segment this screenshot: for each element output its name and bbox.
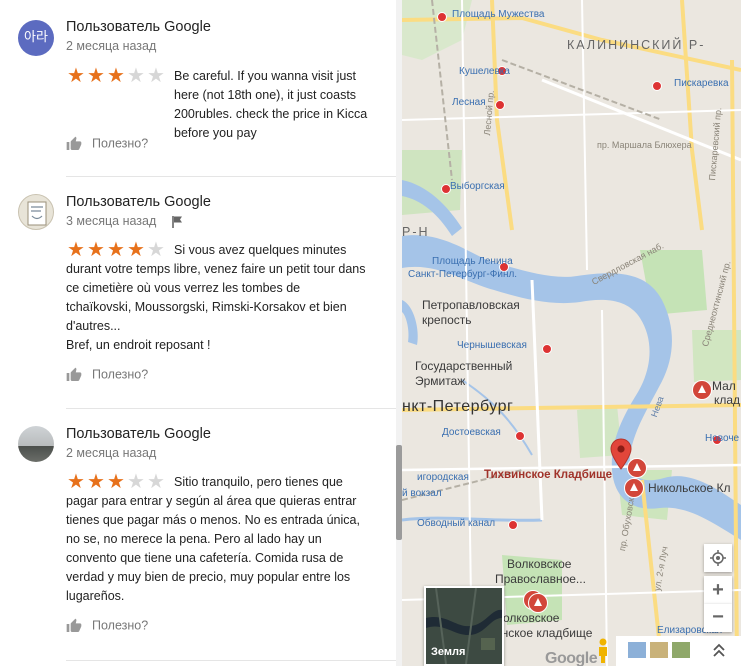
map-label[interactable]: Обводный канал	[417, 518, 495, 529]
earth-label: Земля	[431, 646, 466, 658]
avatar[interactable]	[18, 194, 54, 230]
layer-thumbnail[interactable]	[672, 642, 690, 658]
map-label[interactable]: Никольское Кл	[648, 481, 730, 495]
pegman-icon[interactable]	[596, 638, 610, 664]
review-text: Sitio tranquilo, pero tienes que pagar p…	[66, 475, 364, 603]
map-label[interactable]: клад	[714, 393, 740, 407]
map-label[interactable]: Достоевская	[442, 427, 501, 438]
map-label[interactable]: Православное...	[495, 572, 586, 586]
map-label[interactable]: игородская	[417, 472, 469, 483]
zoom-out-button[interactable]: −	[704, 604, 732, 632]
map-label[interactable]: Пискаревка	[674, 78, 729, 89]
map-label[interactable]: Волковское	[495, 611, 559, 625]
thumb-up-icon[interactable]	[66, 367, 82, 383]
metro-icon[interactable]	[508, 520, 518, 530]
zoom-in-button[interactable]: +	[704, 576, 732, 604]
metro-icon[interactable]	[437, 12, 447, 22]
map-label[interactable]: Волковское	[507, 557, 571, 571]
avatar[interactable]: 아라	[18, 20, 54, 56]
metro-icon[interactable]	[495, 100, 505, 110]
cemetery-icon[interactable]	[624, 478, 644, 498]
review-card: Пользователь Google 3 месяца назад ★ ★ ★ ★ ★…	[0, 177, 397, 409]
map-label[interactable]: Лесная	[452, 97, 486, 108]
zoom-out-icon: −	[712, 606, 724, 628]
review-author[interactable]: Пользователь Google	[66, 194, 211, 210]
star-rating: ★ ★ ★ ★ ★	[66, 65, 168, 85]
cemetery-icon[interactable]	[528, 593, 548, 613]
star-icon: ★	[67, 63, 85, 87]
map-label[interactable]: анское кладбище	[495, 626, 592, 640]
map-view[interactable]: Площадь Мужества КАЛИНИНСКИЙ Р- Кушелевк…	[402, 0, 741, 666]
map-label[interactable]: Новоче	[705, 433, 739, 444]
helpful-row[interactable]: Полезно?	[66, 367, 148, 385]
layer-thumbnail[interactable]	[628, 642, 646, 658]
metro-icon[interactable]	[515, 431, 525, 441]
review-date: 2 месяца назад	[66, 39, 157, 53]
my-location-icon	[710, 550, 726, 566]
map-label[interactable]: Государственный	[415, 359, 512, 373]
map-label: пр. Маршала Блюхера	[597, 140, 692, 150]
google-logo: Google	[545, 650, 598, 666]
map-label[interactable]: Петропавловская	[422, 298, 520, 312]
map-pin-icon[interactable]	[610, 438, 632, 470]
expand-icon[interactable]	[712, 643, 726, 659]
thumb-up-icon[interactable]	[66, 618, 82, 634]
helpful-label: Полезно?	[92, 367, 149, 382]
metro-icon[interactable]	[542, 344, 552, 354]
map-label[interactable]: Выборгская	[450, 181, 505, 192]
map-city-label: нкт-Петербург	[402, 398, 514, 415]
review-date: 3 месяца назад	[66, 214, 157, 228]
review-text: Be careful. If you wanna visit just here…	[174, 69, 371, 140]
cemetery-icon[interactable]	[692, 380, 712, 400]
helpful-row[interactable]: Полезно?	[66, 136, 148, 154]
satellite-toggle[interactable]: Земля	[424, 586, 504, 666]
review-author[interactable]: Пользователь Google	[66, 19, 211, 35]
my-location-button[interactable]	[704, 544, 732, 572]
review-card: Пользователь Google 2 месяца назад ★ ★ ★ ★ ★…	[0, 409, 397, 666]
star-icon: ★	[127, 63, 145, 87]
divider	[66, 660, 396, 661]
helpful-row[interactable]: Полезно?	[66, 618, 148, 636]
star-icon: ★	[107, 63, 125, 87]
map-label[interactable]: крепость	[422, 313, 472, 327]
review-card: 아라 Пользователь Google 2 месяца назад ★ ★…	[0, 0, 397, 177]
avatar-image-icon	[27, 201, 47, 226]
helpful-label: Полезно?	[92, 136, 149, 151]
map-label[interactable]: Площадь Ленина	[432, 256, 513, 267]
map-label: Р-Н	[402, 225, 430, 239]
helpful-label: Полезно?	[92, 618, 149, 633]
map-label[interactable]: Мал	[712, 379, 736, 393]
reviews-panel: 아라 Пользователь Google 2 месяца назад ★ ★…	[0, 0, 397, 666]
zoom-in-icon: +	[712, 579, 724, 601]
map-label: КАЛИНИНСКИЙ Р-	[567, 38, 706, 52]
map-label[interactable]: Кушелевка	[459, 66, 510, 77]
google-logo-text: Google	[545, 650, 598, 666]
star-icon: ★	[147, 63, 165, 87]
review-text: Si vous avez quelques minutes durant vot…	[66, 243, 366, 352]
map-label[interactable]: й вокзал	[402, 488, 442, 499]
review-author[interactable]: Пользователь Google	[66, 426, 211, 442]
avatar[interactable]	[18, 426, 54, 462]
flag-icon[interactable]	[172, 215, 184, 229]
thumb-up-icon[interactable]	[66, 136, 82, 152]
map-bottom-bar	[599, 636, 741, 666]
map-label[interactable]: Санкт-Петербург-Финл.	[408, 269, 517, 280]
review-date: 2 месяца назад	[66, 446, 157, 460]
map-label[interactable]: Эрмитаж	[415, 374, 465, 388]
star-icon: ★	[87, 63, 105, 87]
map-label[interactable]: Площадь Мужества	[452, 9, 544, 20]
metro-icon[interactable]	[652, 81, 662, 91]
map-label[interactable]: Тихвинское Кладбище	[484, 469, 612, 481]
avatar-initials: 아라	[24, 30, 48, 45]
layer-thumbnail[interactable]	[650, 642, 668, 658]
map-label[interactable]: Чернышевская	[457, 340, 527, 351]
